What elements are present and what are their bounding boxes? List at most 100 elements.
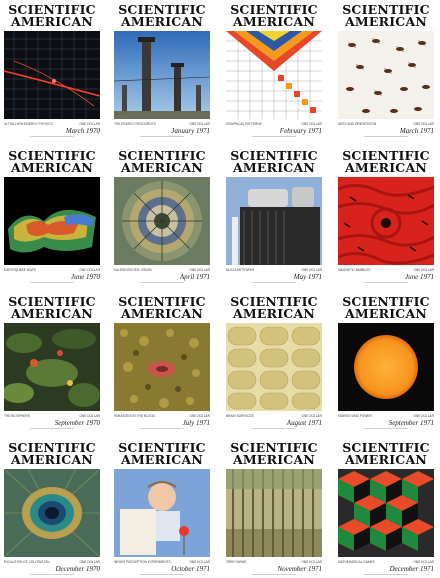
- cover-footer-rule: [30, 428, 74, 429]
- cover-footer-rule: [140, 136, 184, 137]
- cover-caption: KALEIDOSCOPIC VISION: [114, 268, 152, 272]
- cover-date: October 1971: [171, 565, 210, 573]
- cover-date: January 1971: [171, 127, 210, 135]
- masthead-line-2: AMERICAN: [233, 14, 315, 29]
- cover-footer-rule: [252, 574, 296, 575]
- cover-price: ONE DOLLAR: [189, 414, 210, 418]
- cover-price: ONE DOLLAR: [301, 414, 322, 418]
- cover-caption: TREE FARMS: [226, 560, 247, 564]
- cover-date: February 1971: [279, 127, 322, 135]
- cover-date: December 1971: [389, 565, 434, 573]
- cover-art-peacock-feather: [4, 469, 100, 557]
- magazine-cover-11[interactable]: SCIENTIFIC AMERICAN BRAIN SURFACES ONE D…: [222, 292, 326, 432]
- cover-art-3d-terrain: [4, 177, 100, 265]
- cover-price: ONE DOLLAR: [189, 268, 210, 272]
- cover-footer-rule: [364, 136, 408, 137]
- cover-price: ONE DOLLAR: [79, 560, 100, 564]
- cover-caption: ENERGY AND POWER: [338, 414, 372, 418]
- cover-date: March 1971: [399, 127, 434, 135]
- cover-price: ONE DOLLAR: [413, 268, 434, 272]
- magazine-cover-5[interactable]: SCIENTIFIC AMERICAN EARTHQUAKE MAPS ONE …: [0, 146, 104, 286]
- magazine-cover-6[interactable]: SCIENTIFIC AMERICAN KALEIDOSCOPIC VISION…: [110, 146, 214, 286]
- cover-price: ONE DOLLAR: [79, 414, 100, 418]
- cover-price: ONE DOLLAR: [79, 122, 100, 126]
- masthead-line-2: AMERICAN: [11, 306, 93, 321]
- masthead-line-2: AMERICAN: [121, 14, 203, 29]
- magazine-cover-15[interactable]: SCIENTIFIC AMERICAN TREE FARMS ONE DOLLA…: [222, 438, 326, 578]
- masthead-line-2: AMERICAN: [121, 452, 203, 467]
- cover-date: September 1971: [388, 419, 434, 427]
- magazine-cover-16[interactable]: SCIENTIFIC AMERICAN MATHEMATICAL GAMES O…: [334, 438, 438, 578]
- cover-caption: INFANT PERCEPTION EXPERIMENTS: [114, 560, 171, 564]
- cover-price: ONE DOLLAR: [301, 560, 322, 564]
- masthead-line-2: AMERICAN: [345, 160, 427, 175]
- magazine-cover-12[interactable]: SCIENTIFIC AMERICAN ENERGY AND POWER ONE…: [334, 292, 438, 432]
- magazine-cover-8[interactable]: SCIENTIFIC AMERICAN MAGNETIC BUBBLES ONE…: [334, 146, 438, 286]
- cover-art-kaleidoscope: [114, 177, 210, 265]
- cover-date: December 1970: [55, 565, 100, 573]
- cover-price: ONE DOLLAR: [301, 122, 322, 126]
- magazine-cover-7[interactable]: SCIENTIFIC AMERICAN NUCLEAR POWER ONE DO…: [222, 146, 326, 286]
- cover-date: August 1971: [286, 419, 322, 427]
- cover-date: March 1970: [65, 127, 100, 135]
- cover-art-sun: [338, 323, 434, 411]
- cover-footer-rule: [30, 574, 74, 575]
- cover-art-rounded-tiles: [226, 323, 322, 411]
- cover-footer-rule: [364, 574, 408, 575]
- magazine-cover-9[interactable]: SCIENTIFIC AMERICAN THE BIOSPHERE ONE DO…: [0, 292, 104, 432]
- cover-footer-rule: [140, 574, 184, 575]
- cover-footer-rule: [252, 136, 296, 137]
- masthead-line-2: AMERICAN: [233, 160, 315, 175]
- masthead-line-2: AMERICAN: [233, 306, 315, 321]
- masthead-line-2: AMERICAN: [345, 14, 427, 29]
- cover-caption: MATHEMATICAL GAMES: [338, 560, 375, 564]
- cover-footer-rule: [140, 428, 184, 429]
- cover-art-power-plant: [226, 177, 322, 265]
- cover-caption: PARASITES IN THE BLOOD: [114, 414, 155, 418]
- magazine-cover-14[interactable]: SCIENTIFIC AMERICAN INFANT PERCEPTION EX…: [110, 438, 214, 578]
- cover-date: May 1971: [293, 273, 322, 281]
- magazine-cover-2[interactable]: SCIENTIFIC AMERICAN THE ENERGY RESOURCES…: [110, 0, 214, 140]
- cover-date: April 1971: [179, 273, 210, 281]
- cover-caption: THE ENERGY RESOURCES: [114, 122, 156, 126]
- cover-date: September 1970: [54, 419, 100, 427]
- magazine-cover-13[interactable]: SCIENTIFIC AMERICAN EVOLUTION OF COLORAT…: [0, 438, 104, 578]
- cover-caption: MAGNETIC BUBBLES: [338, 268, 371, 272]
- cover-art-micrograph: [114, 323, 210, 411]
- cover-caption: ANTS AND ORIENTATION: [338, 122, 377, 126]
- cover-art-power-insulators: [114, 31, 210, 119]
- magazine-cover-10[interactable]: SCIENTIFIC AMERICAN PARASITES IN THE BLO…: [110, 292, 214, 432]
- magazine-cover-4[interactable]: SCIENTIFIC AMERICAN ANTS AND ORIENTATION…: [334, 0, 438, 140]
- masthead-line-2: AMERICAN: [11, 14, 93, 29]
- cover-price: ONE DOLLAR: [413, 122, 434, 126]
- cover-date: November 1971: [277, 565, 322, 573]
- masthead-line-2: AMERICAN: [345, 452, 427, 467]
- cover-art-ants: [338, 31, 434, 119]
- cover-grid: SCIENTIFIC AMERICAN ULTRA-HIGH-ENERGY PH…: [0, 0, 440, 578]
- magazine-cover-1[interactable]: SCIENTIFIC AMERICAN ULTRA-HIGH-ENERGY PH…: [0, 0, 104, 140]
- masthead-line-2: AMERICAN: [121, 160, 203, 175]
- cover-price: ONE DOLLAR: [189, 560, 210, 564]
- cover-price: ONE DOLLAR: [413, 560, 434, 564]
- masthead-line-2: AMERICAN: [345, 306, 427, 321]
- cover-caption: BRAIN SURFACES: [226, 414, 254, 418]
- masthead-line-2: AMERICAN: [11, 452, 93, 467]
- cover-art-forest: [226, 469, 322, 557]
- cover-price: ONE DOLLAR: [79, 268, 100, 272]
- cover-caption: ULTRA-HIGH-ENERGY PHYSICS: [4, 122, 53, 126]
- cover-footer-rule: [364, 428, 408, 429]
- cover-art-particle-tracks: [4, 31, 100, 119]
- cover-price: ONE DOLLAR: [413, 414, 434, 418]
- cover-footer-rule: [364, 282, 408, 283]
- masthead-line-2: AMERICAN: [121, 306, 203, 321]
- cover-date: June 1971: [405, 273, 434, 281]
- cover-caption: THE BIOSPHERE: [4, 414, 30, 418]
- cover-price: ONE DOLLAR: [189, 122, 210, 126]
- cover-art-isometric-cubes: [338, 469, 434, 557]
- cover-art-triangle-grid: [226, 31, 322, 119]
- cover-caption: EARTHQUAKE MAPS: [4, 268, 36, 272]
- cover-caption: NUCLEAR POWER: [226, 268, 255, 272]
- cover-footer-rule: [30, 136, 74, 137]
- cover-art-jungle-painting: [4, 323, 100, 411]
- magazine-cover-3[interactable]: SCIENTIFIC AMERICAN GRAPHICAL PATTERNS O…: [222, 0, 326, 140]
